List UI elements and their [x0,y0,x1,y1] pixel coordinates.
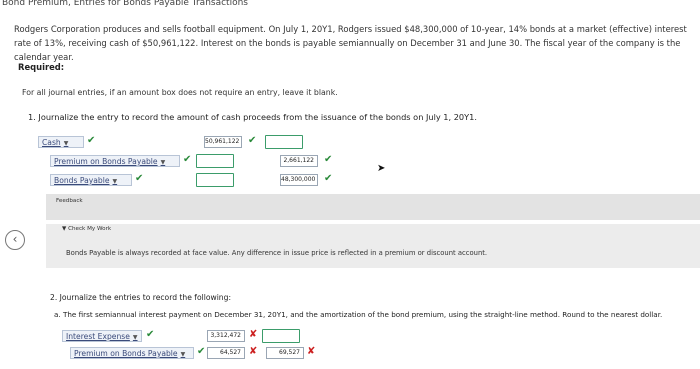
check-my-work-panel [46,224,700,268]
chevron-down-icon: ▼ [63,140,69,147]
credit-input-cash[interactable] [265,135,303,149]
account-label: Cash [42,138,61,147]
debit-input-bonds-payable[interactable] [196,173,234,187]
check-my-work-toggle[interactable]: ▼ Check My Work [62,226,111,232]
credit-input-interest-expense[interactable] [262,329,300,343]
feedback-panel [46,194,700,220]
debit-input-premium[interactable] [196,154,234,168]
chevron-down-icon: ▼ [180,351,186,358]
cross-icon: ✘ [249,346,258,357]
account-select-cash[interactable]: Cash ▼ [38,136,84,148]
question-2a-text: a. The first semiannual interest payment… [54,310,663,319]
problem-intro: Rodgers Corporation produces and sells f… [14,24,687,62]
check-icon: ✔ [324,154,333,165]
check-icon: ✔ [87,135,96,146]
back-arrow-button[interactable]: ‹ [5,230,25,250]
check-icon: ✔ [324,173,333,184]
check-icon: ✔ [248,135,257,146]
question-1-text: 1. Journalize the entry to record the am… [28,112,477,122]
check-icon: ✔ [135,173,144,184]
cross-icon: ✘ [307,346,316,357]
cross-icon: ✘ [249,329,258,340]
account-label: Interest Expense [66,332,130,341]
check-icon: ✔ [183,154,192,165]
question-2-text: 2. Journalize the entries to record the … [50,293,231,302]
chevron-down-icon: ▼ [160,159,166,166]
page-title: Bond Premium, Entries for Bonds Payable … [2,0,248,8]
credit-input-bonds-payable[interactable]: 48,300,000 [280,174,318,186]
mouse-cursor-icon: ➤ [377,163,386,174]
debit-input-premium-2[interactable]: 64,527 [207,347,245,359]
account-select-premium[interactable]: Premium on Bonds Payable ▼ [50,155,180,167]
chevron-down-icon: ▼ [132,334,138,341]
account-label: Bonds Payable [54,176,110,185]
account-select-premium-2[interactable]: Premium on Bonds Payable ▼ [70,347,194,359]
debit-input-interest-expense[interactable]: 3,312,472 [207,330,245,342]
check-icon: ✔ [197,346,206,357]
chevron-down-icon: ▼ [112,178,118,185]
credit-input-premium[interactable]: 2,661,122 [280,155,318,167]
credit-input-premium-2[interactable]: 69,527 [266,347,304,359]
check-my-work-text: Bonds Payable is always recorded at face… [66,249,488,257]
account-label: Premium on Bonds Payable [54,157,158,166]
check-icon: ✔ [146,329,155,340]
account-select-bonds-payable[interactable]: Bonds Payable ▼ [50,174,132,186]
feedback-label: Feedback [56,198,83,204]
required-label: Required: [18,62,65,72]
debit-input-cash[interactable]: 50,961,122 [204,136,242,148]
account-label: Premium on Bonds Payable [74,349,178,358]
instruction-text: For all journal entries, if an amount bo… [22,88,338,97]
account-select-interest-expense[interactable]: Interest Expense ▼ [62,330,142,342]
